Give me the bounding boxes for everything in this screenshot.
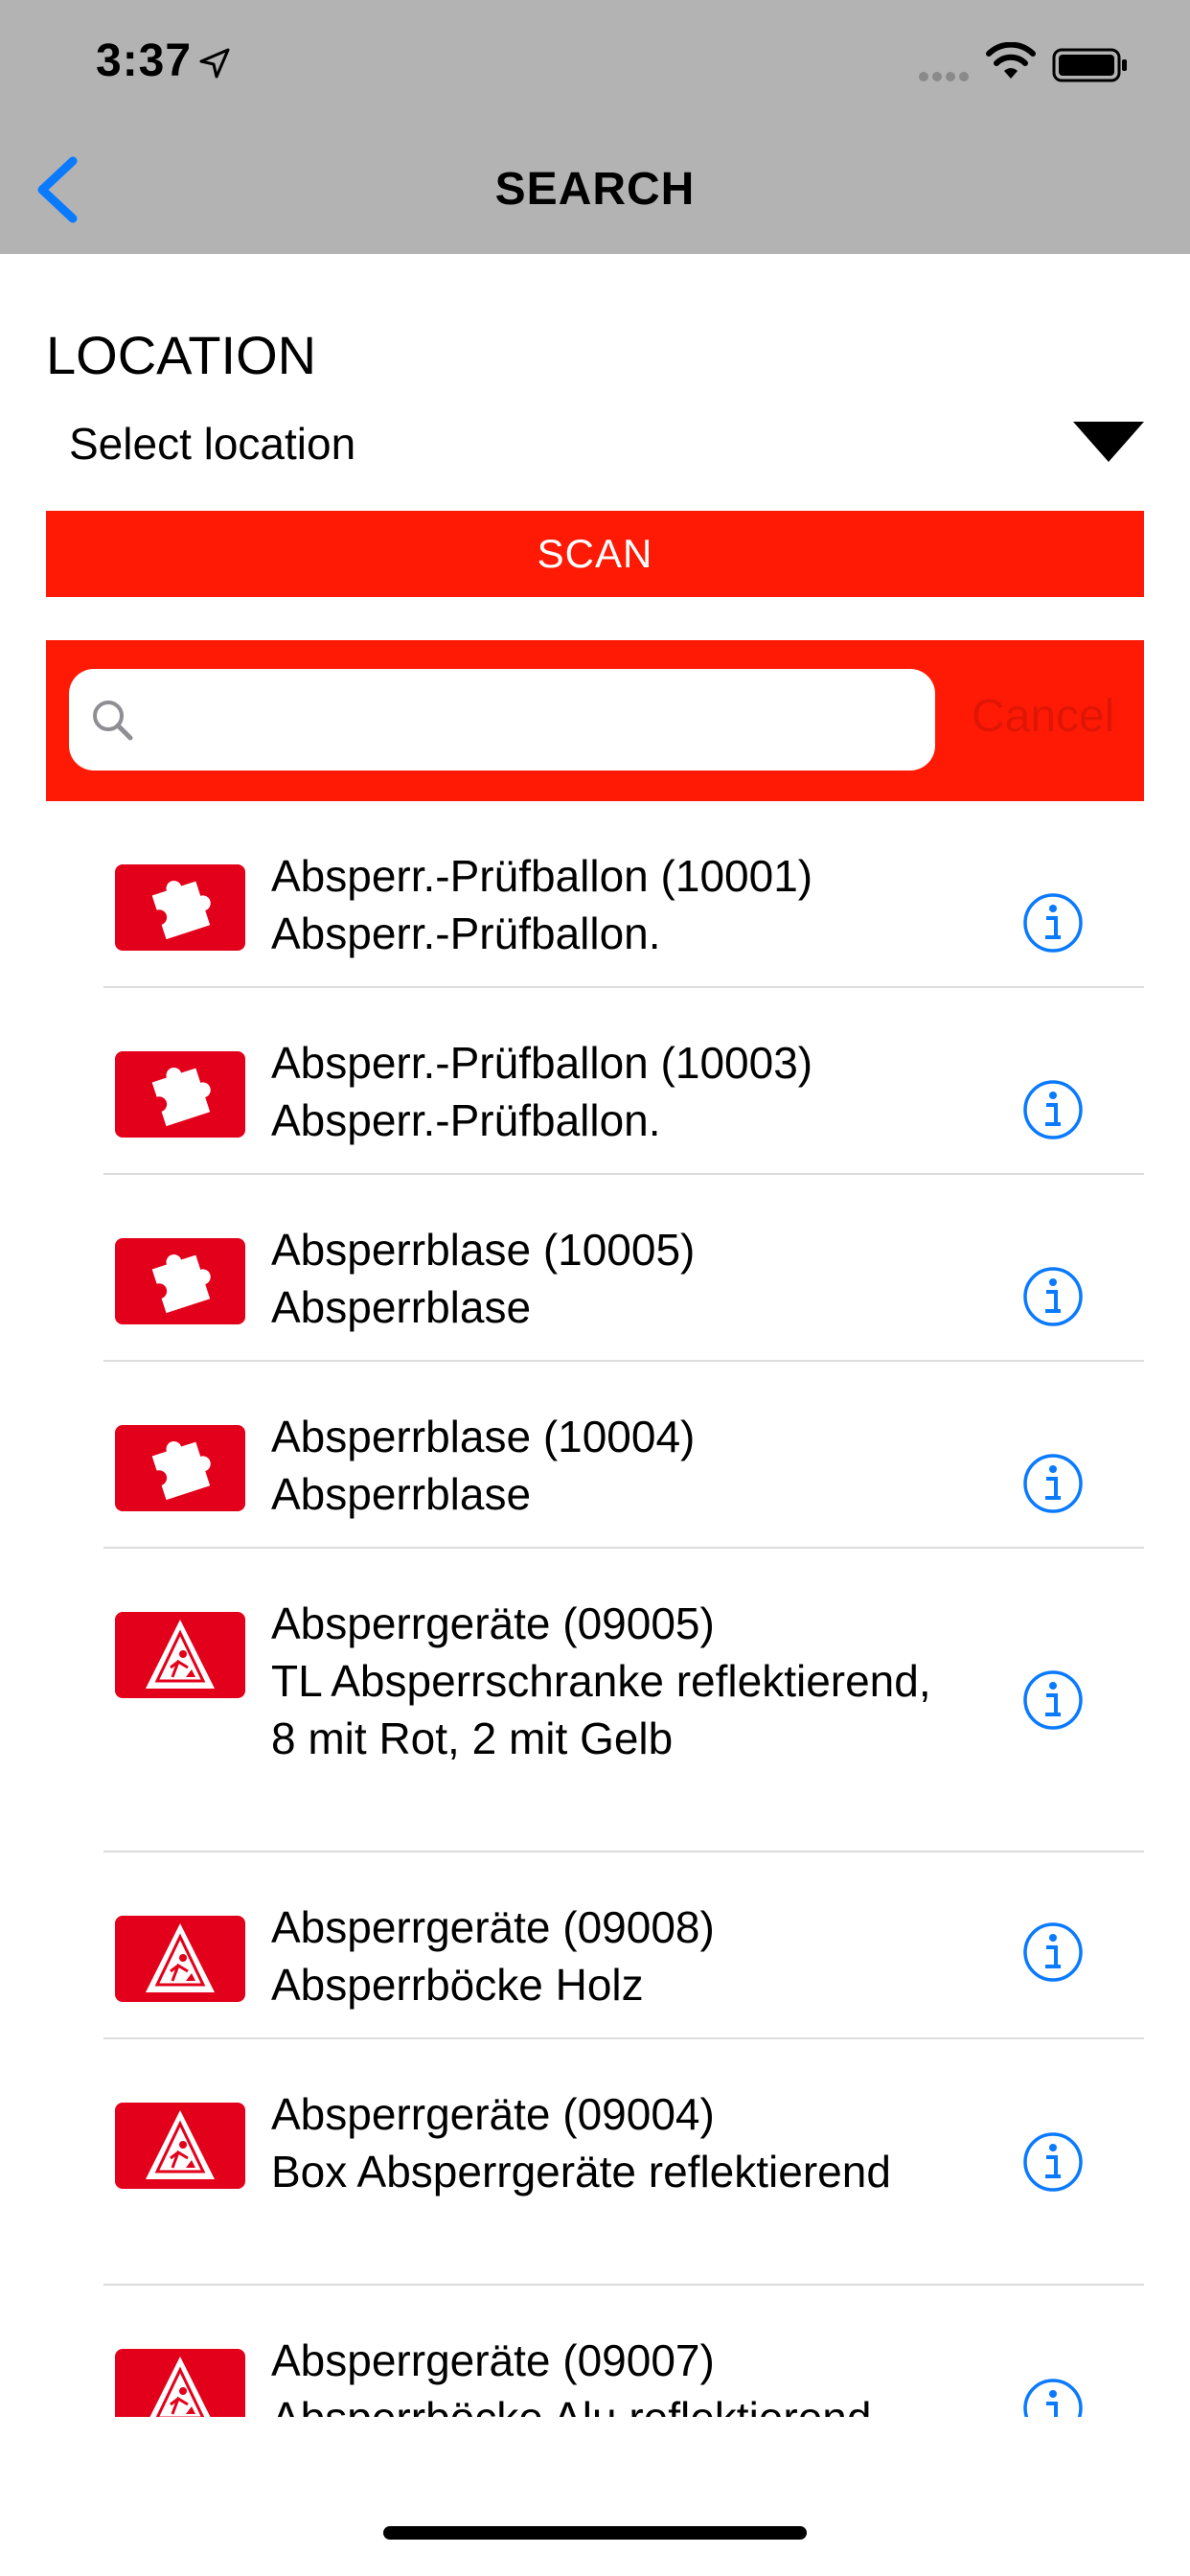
list-item[interactable]: Absperr.-Prüfballon (10003) Absperr.-Prü… — [103, 988, 1144, 1175]
info-icon[interactable] — [1022, 1453, 1084, 1514]
list-item[interactable]: Absperrgeräte (09004) Box Absperrgeräte … — [103, 2039, 1144, 2286]
info-icon[interactable] — [1022, 2378, 1084, 2417]
search-bar: Cancel — [46, 640, 1144, 801]
search-cancel-button[interactable]: Cancel — [972, 690, 1114, 743]
info-icon[interactable] — [1022, 1669, 1084, 1731]
item-title: Absperr.-Prüfballon (10003) — [271, 1038, 813, 1088]
puzzle-icon — [115, 1051, 245, 1138]
item-title: Absperrblase (10004) — [271, 1412, 696, 1461]
puzzle-icon — [115, 1425, 245, 1511]
item-subtitle: Box Absperrgeräte reflektierend — [271, 2147, 891, 2196]
item-subtitle: Absperrblase — [271, 1282, 532, 1332]
info-icon[interactable] — [1022, 892, 1084, 954]
item-subtitle: Absperrböcke Holz — [271, 1960, 644, 2010]
battery-icon — [1052, 48, 1127, 82]
item-subtitle: Absperr.-Prüfballon. — [271, 1095, 661, 1145]
item-title: Absperrgeräte (09007) — [271, 2335, 715, 2385]
roadwork-sign-icon — [115, 2349, 245, 2417]
search-icon — [93, 701, 133, 741]
item-title: Absperr.-Prüfballon (10001) — [271, 851, 813, 901]
item-text: Absperrblase (10004) Absperrblase — [271, 1408, 942, 1523]
search-field — [69, 669, 935, 772]
location-label: LOCATION — [46, 325, 317, 385]
navigation-bar: 3:37 SEARCH — [0, 0, 1190, 254]
list-item[interactable]: Absperrgeräte (09005) TL Absperrschranke… — [103, 1549, 1144, 1852]
home-indicator[interactable] — [383, 2526, 807, 2540]
item-text: Absperrgeräte (09004) Box Absperrgeräte … — [271, 2085, 942, 2200]
item-subtitle: TL Absperrschranke reflektierend, 8 mit … — [271, 1656, 931, 1763]
puzzle-icon — [115, 1238, 245, 1324]
list-item[interactable]: Absperrblase (10004) Absperrblase — [103, 1362, 1144, 1549]
list-item[interactable]: Absperrgeräte (09008) Absperrböcke Holz — [103, 1852, 1144, 2039]
list-item[interactable]: Absperrblase (10005) Absperrblase — [103, 1175, 1144, 1362]
info-icon[interactable] — [1022, 1921, 1084, 1983]
roadwork-sign-icon — [115, 2103, 245, 2189]
item-text: Absperr.-Prüfballon (10001) Absperr.-Prü… — [271, 847, 942, 962]
info-icon[interactable] — [1022, 1266, 1084, 1327]
item-text: Absperrgeräte (09008) Absperrböcke Holz — [271, 1898, 942, 2013]
info-icon[interactable] — [1022, 1079, 1084, 1140]
item-subtitle: Absperrböcke Alu reflektierend — [271, 2389, 942, 2417]
puzzle-icon — [115, 864, 245, 951]
item-text: Absperrgeräte (09005) TL Absperrschranke… — [271, 1595, 942, 1767]
info-icon[interactable] — [1022, 2131, 1084, 2193]
item-text: Absperr.-Prüfballon (10003) Absperr.-Prü… — [271, 1034, 942, 1149]
roadwork-sign-icon — [115, 1612, 245, 1698]
item-title: Absperrgeräte (09004) — [271, 2089, 715, 2139]
location-select[interactable]: Select location — [46, 402, 1144, 485]
results-list: Absperr.-Prüfballon (10001) Absperr.-Prü… — [0, 801, 1190, 2417]
wifi-icon — [986, 42, 1036, 79]
scan-button[interactable]: SCAN — [46, 511, 1144, 597]
location-arrow-icon — [199, 48, 230, 79]
roadwork-sign-icon — [115, 1916, 245, 2002]
page-title: SEARCH — [494, 164, 696, 215]
list-item[interactable]: Absperr.-Prüfballon (10001) Absperr.-Prü… — [103, 801, 1144, 988]
search-input[interactable] — [146, 669, 916, 772]
item-subtitle: Absperrblase — [271, 1469, 532, 1519]
list-item[interactable]: Absperrgeräte (09007) Absperrböcke Alu r… — [103, 2286, 1144, 2417]
item-text: Absperrgeräte (09007) Absperrböcke Alu r… — [271, 2332, 942, 2417]
signal-icon — [919, 72, 969, 81]
item-subtitle: Absperr.-Prüfballon. — [271, 908, 661, 958]
item-title: Absperrgeräte (09005) — [271, 1598, 715, 1648]
status-time: 3:37 — [96, 35, 193, 86]
item-title: Absperrgeräte (09008) — [271, 1902, 715, 1952]
item-text: Absperrblase (10005) Absperrblase — [271, 1221, 942, 1336]
caret-down-icon — [1073, 422, 1144, 462]
location-select-value: Select location — [69, 419, 356, 469]
item-title: Absperrblase (10005) — [271, 1225, 696, 1275]
